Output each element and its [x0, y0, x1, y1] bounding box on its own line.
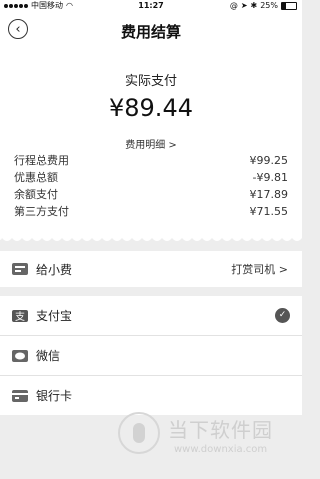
status-bar: 中国移动 ◠ 11:27 @ ➤ ✱ 25% — [0, 0, 302, 12]
rotation-lock-icon: @ — [229, 1, 238, 10]
battery-percent: 25% — [260, 1, 278, 10]
tip-driver-row[interactable]: 给小费 打赏司机 > — [0, 251, 302, 287]
wechat-icon — [12, 349, 28, 362]
alipay-icon: 支 — [12, 309, 28, 322]
fee-row: 行程总费用 ¥99.25 — [14, 152, 288, 169]
fee-row-value: ¥17.89 — [249, 188, 289, 201]
fee-row-label: 第三方支付 — [14, 205, 69, 218]
receipt-edge-divider — [0, 236, 302, 241]
fee-row-value: -¥9.81 — [252, 171, 288, 184]
bluetooth-icon: ✱ — [250, 1, 258, 10]
bank-card-icon — [12, 389, 28, 402]
status-right: @ ➤ ✱ 25% — [230, 0, 297, 12]
fee-row-value: ¥99.25 — [249, 154, 289, 167]
battery-icon — [281, 2, 297, 10]
payment-method-label: 支付宝 — [36, 309, 73, 323]
payment-summary-card: 实际支付 ¥89.44 费用明细 > 行程总费用 ¥99.25 优惠总额 -¥9.8… — [0, 48, 302, 236]
watermark-url: www.downxia.com — [174, 444, 268, 455]
actual-payment-amount: ¥89.44 — [109, 94, 193, 122]
svg-text:支: 支 — [15, 311, 25, 322]
tip-driver-action[interactable]: 打赏司机 > — [231, 261, 288, 277]
page-title: 费用结算 — [120, 23, 181, 41]
selected-check-icon[interactable]: ✓ — [275, 308, 290, 323]
tip-label: 给小费 — [36, 263, 73, 277]
payment-method-wechat[interactable]: 微信 — [0, 335, 302, 375]
fee-row: 优惠总额 -¥9.81 — [14, 169, 288, 186]
watermark-logo-icon — [118, 412, 160, 454]
watermark: 当下软件园 www.downxia.com — [118, 408, 288, 462]
tip-icon — [12, 263, 28, 275]
payment-method-label: 银行卡 — [36, 389, 73, 403]
fee-row-label: 余额支付 — [14, 188, 58, 201]
actual-payment-label: 实际支付 — [124, 74, 177, 89]
location-icon: ➤ — [240, 1, 248, 10]
payment-method-label: 微信 — [36, 349, 61, 363]
fee-details-link[interactable]: 费用明细 > — [0, 136, 302, 151]
payment-method-list: 支 支付宝 ✓ 微信 银行卡 — [0, 296, 302, 415]
fee-breakdown: 行程总费用 ¥99.25 优惠总额 -¥9.81 余额支付 ¥17.89 第三方支付 ¥… — [14, 152, 288, 220]
payment-method-alipay[interactable]: 支 支付宝 ✓ — [0, 296, 302, 335]
fee-row-label: 优惠总额 — [14, 171, 58, 184]
fee-row: 余额支付 ¥17.89 — [14, 186, 288, 203]
watermark-text: 当下软件园 — [168, 418, 273, 442]
fee-row-value: ¥71.55 — [249, 205, 289, 218]
fee-row: 第三方支付 ¥71.55 — [14, 203, 288, 220]
navigation-bar: ‹ 费用结算 — [0, 12, 302, 48]
fee-row-label: 行程总费用 — [14, 154, 69, 167]
